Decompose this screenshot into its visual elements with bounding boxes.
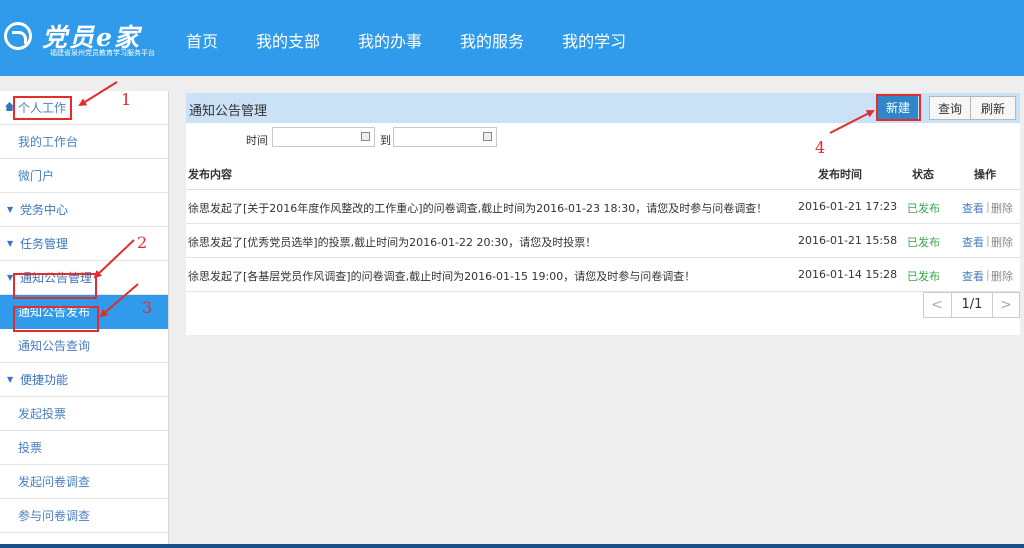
sidebar-group-notice-management[interactable]: ▼ 通知公告管理 (0, 261, 168, 295)
sidebar: 个人工作 我的工作台 微门户 ▼ 党务中心 ▼ 任务管理 ▼ 通知公告管理 通知公告发… (0, 91, 169, 548)
column-header-content: 发布内容 (188, 168, 232, 181)
calendar-icon[interactable] (483, 132, 492, 141)
new-button[interactable]: 新建 (878, 96, 918, 120)
table-row: 徐思发起了[各基层党员作风调查]的问卷调查,截止时间为2016-01-15 19… (186, 258, 1020, 292)
page-indicator: 1/1 (951, 293, 993, 317)
annotation-number-1: 1 (121, 90, 132, 109)
notice-management-panel: 通知公告管理 新建 查询 刷新 时间 到 发布内容 发布时间 状态 操作 徐思发… (186, 93, 1020, 335)
sidebar-item-personal-work[interactable]: 个人工作 (0, 91, 168, 125)
triangle-down-icon: ▼ (7, 205, 14, 214)
action-separator: | (986, 234, 990, 247)
nav-home[interactable]: 首页 (186, 28, 218, 52)
to-label: 到 (380, 134, 391, 147)
annotation-number-4: 4 (815, 138, 826, 157)
annotation-number-3: 3 (142, 298, 153, 317)
pagination: < 1/1 > (923, 292, 1020, 318)
sidebar-item-label: 便捷功能 (20, 373, 69, 387)
sidebar-item-label: 参与问卷调查 (18, 509, 91, 523)
sidebar-item-start-survey[interactable]: 发起问卷调查 (0, 465, 168, 499)
end-date-input[interactable] (393, 127, 497, 147)
row-time: 2016-01-21 17:23 (798, 200, 898, 213)
sidebar-item-notice-query[interactable]: 通知公告查询 (0, 329, 168, 363)
sidebar-item-my-workbench[interactable]: 我的工作台 (0, 125, 168, 159)
status-badge: 已发布 (907, 270, 940, 283)
prev-page-button[interactable]: < (924, 293, 950, 317)
view-link[interactable]: 查看 (962, 268, 984, 284)
action-separator: | (986, 268, 990, 281)
query-button[interactable]: 查询 (929, 96, 971, 120)
sidebar-item-label: 发起问卷调查 (18, 475, 91, 489)
time-label: 时间 (246, 134, 268, 147)
row-content: 徐思发起了[各基层党员作风调查]的问卷调查,截止时间为2016-01-15 19… (188, 270, 696, 283)
logo-subtitle: 福建省泉州党员教育学习服务平台 (50, 49, 155, 57)
logo-icon (4, 22, 32, 50)
main-nav: 首页 我的支部 我的办事 我的服务 我的学习 (186, 28, 664, 52)
calendar-icon[interactable] (361, 132, 370, 141)
sidebar-item-vote[interactable]: 投票 (0, 431, 168, 465)
action-separator: | (986, 200, 990, 213)
view-link[interactable]: 查看 (962, 234, 984, 250)
panel-header: 通知公告管理 新建 查询 刷新 (186, 93, 1020, 123)
sidebar-group-party-center[interactable]: ▼ 党务中心 (0, 193, 168, 227)
sidebar-item-label: 通知公告查询 (18, 339, 91, 353)
triangle-down-icon: ▼ (7, 273, 14, 282)
delete-link[interactable]: 删除 (991, 268, 1013, 284)
nav-my-services[interactable]: 我的服务 (460, 28, 524, 52)
sidebar-item-join-survey[interactable]: 参与问卷调查 (0, 499, 168, 533)
sidebar-item-label: 微门户 (18, 169, 55, 183)
column-header-time: 发布时间 (818, 168, 862, 181)
start-date-input[interactable] (272, 127, 375, 147)
table-row: 徐思发起了[关于2016年度作风整改的工作重心]的问卷调查,截止时间为2016-… (186, 190, 1020, 224)
table-row: 徐思发起了[优秀党员选举]的投票,截止时间为2016-01-22 20:30，请… (186, 224, 1020, 258)
sidebar-item-start-vote[interactable]: 发起投票 (0, 397, 168, 431)
triangle-down-icon: ▼ (7, 375, 14, 384)
view-link[interactable]: 查看 (962, 200, 984, 216)
row-content: 徐思发起了[关于2016年度作风整改的工作重心]的问卷调查,截止时间为2016-… (188, 202, 768, 215)
sidebar-item-label: 党务中心 (20, 203, 69, 217)
sidebar-item-label: 个人工作 (18, 101, 67, 115)
column-header-actions: 操作 (974, 168, 996, 181)
delete-link[interactable]: 删除 (991, 234, 1013, 250)
sidebar-item-label: 投票 (18, 441, 43, 455)
refresh-button[interactable]: 刷新 (970, 96, 1016, 120)
sidebar-item-label: 通知公告发布 (18, 305, 91, 319)
filter-bar: 时间 到 (186, 123, 1020, 155)
delete-link[interactable]: 删除 (991, 200, 1013, 216)
sidebar-group-quick-functions[interactable]: ▼ 便捷功能 (0, 363, 168, 397)
nav-my-branch[interactable]: 我的支部 (256, 28, 320, 52)
panel-title: 通知公告管理 (189, 104, 268, 119)
top-header: 党员e家 福建省泉州党员教育学习服务平台 首页 我的支部 我的办事 我的服务 我… (0, 0, 1024, 76)
nav-my-study[interactable]: 我的学习 (562, 28, 626, 52)
sidebar-item-label: 发起投票 (18, 407, 67, 421)
triangle-down-icon: ▼ (7, 239, 14, 248)
sidebar-item-label: 通知公告管理 (20, 271, 93, 285)
home-icon (5, 102, 14, 111)
next-page-button[interactable]: > (993, 293, 1019, 317)
column-header-status: 状态 (912, 168, 934, 181)
sidebar-item-label: 任务管理 (20, 237, 69, 251)
taskbar-strip (0, 544, 1024, 548)
row-time: 2016-01-21 15:58 (798, 234, 898, 247)
status-badge: 已发布 (907, 202, 940, 215)
nav-my-affairs[interactable]: 我的办事 (358, 28, 422, 52)
status-badge: 已发布 (907, 236, 940, 249)
sidebar-item-label: 我的工作台 (18, 135, 79, 149)
logo[interactable]: 党员e家 福建省泉州党员教育学习服务平台 (4, 14, 174, 62)
sidebar-item-micro-portal[interactable]: 微门户 (0, 159, 168, 193)
row-content: 徐思发起了[优秀党员选举]的投票,截止时间为2016-01-22 20:30，请… (188, 236, 597, 249)
annotation-number-2: 2 (137, 233, 148, 252)
row-time: 2016-01-14 15:28 (798, 268, 898, 281)
